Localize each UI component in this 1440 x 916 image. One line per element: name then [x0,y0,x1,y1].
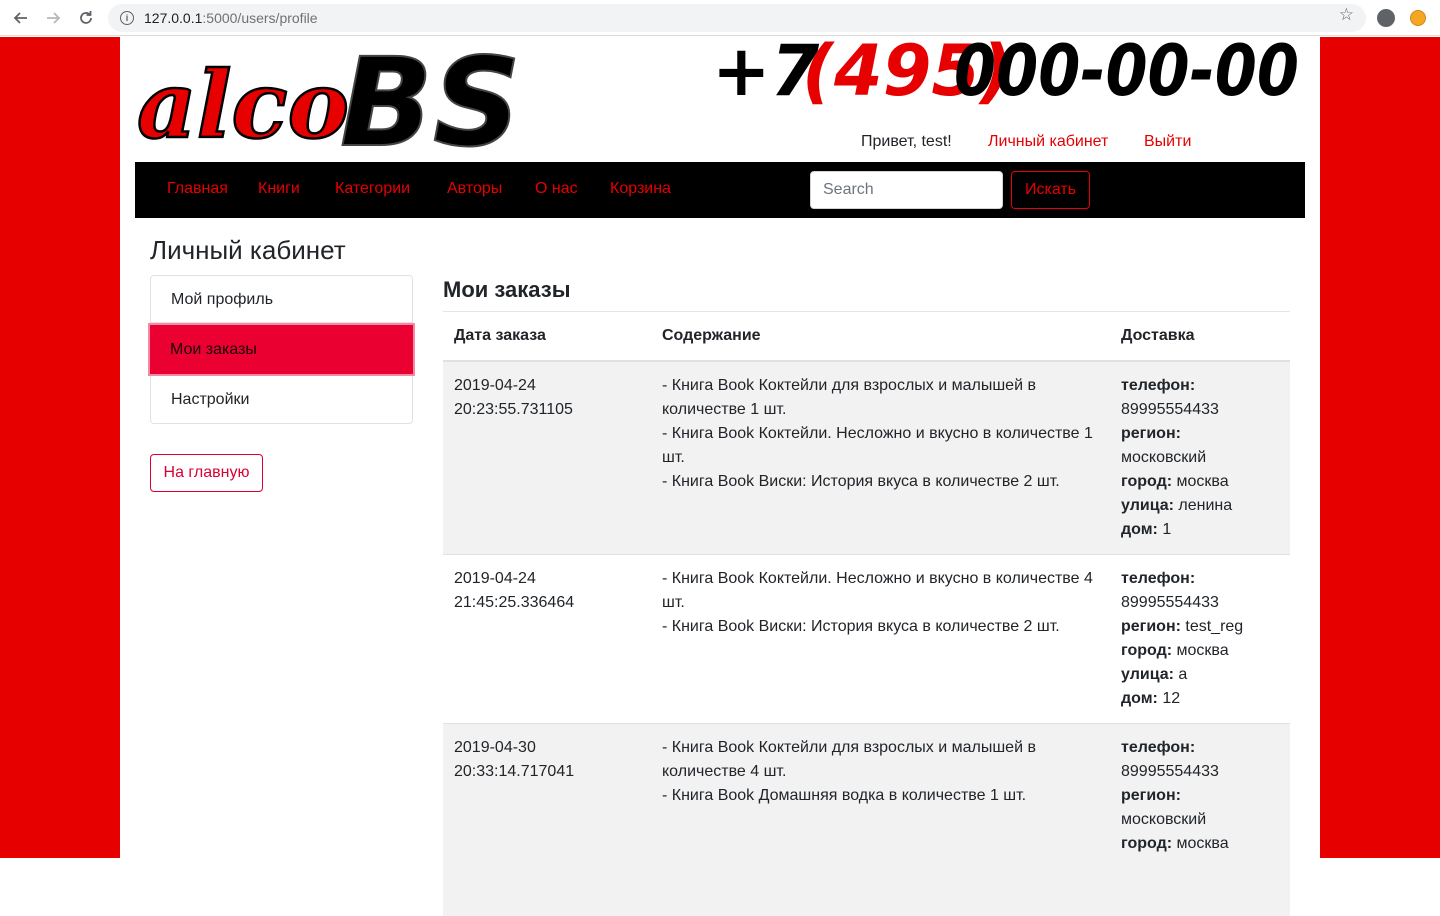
nav-item-categories[interactable]: Категории [335,180,410,198]
browser-toolbar: i 127.0.0.1:5000/users/profile ☆ [0,0,1440,36]
region-label: регион: [1121,425,1181,442]
svg-text:BS: BS [340,37,521,160]
svg-text:alco: alco [137,51,349,159]
city-label: город: [1121,473,1172,490]
order-item: - Книга Book Коктейли для взрослых и мал… [662,736,1099,784]
region-label: регион: [1121,618,1181,635]
order-time: 20:33:14.717041 [454,760,640,784]
address-bar[interactable]: i 127.0.0.1:5000/users/profile [108,4,1366,32]
phone-value: 89995554433 [1121,763,1219,780]
order-delivery-cell: телефон: 89995554433 регион: test_reg го… [1110,555,1290,724]
table-row: 2019-04-24 21:45:25.336464 - Книга Book … [443,555,1290,724]
order-date: 2019-04-30 [454,736,640,760]
main-navbar: Главная Книги Категории Авторы О нас Кор… [135,162,1305,218]
column-header-date: Дата заказа [443,312,651,361]
phone-value: 89995554433 [1121,594,1219,611]
phone-label: телефон: [1121,739,1195,756]
region-value: test_reg [1185,618,1243,635]
order-date-cell: 2019-04-24 21:45:25.336464 [443,555,651,724]
orders-title: Мои заказы [443,277,571,303]
street-label: улица: [1121,497,1174,514]
nav-item-books[interactable]: Книги [258,180,300,198]
order-delivery-cell: телефон: 89995554433 регион: московский … [1110,361,1290,555]
street-label: улица: [1121,666,1174,683]
order-date-cell: 2019-04-24 20:23:55.731105 [443,361,651,555]
account-icon[interactable] [1377,9,1395,27]
bookmark-star-icon[interactable]: ☆ [1339,5,1354,25]
phone-label: телефон: [1121,570,1195,587]
nav-item-authors[interactable]: Авторы [447,180,502,198]
svg-text:000-00-00: 000-00-00 [954,37,1299,107]
region-value: московский [1121,449,1206,466]
order-content-cell: - Книга Book Коктейли для взрослых и мал… [651,724,1110,916]
order-time: 21:45:25.336464 [454,591,640,615]
nav-item-home[interactable]: Главная [167,180,228,198]
greeting-text: Привет, test! [861,133,952,151]
forward-arrow-icon[interactable] [41,6,65,30]
nav-item-cart[interactable]: Корзина [610,180,671,198]
profile-sidebar: Мой профиль Мои заказы Настройки [150,275,413,424]
house-value: 12 [1162,690,1180,707]
table-row: 2019-04-24 20:23:55.731105 - Книга Book … [443,361,1290,555]
column-header-content: Содержание [651,312,1110,361]
street-value: ленина [1178,497,1232,514]
order-item: - Книга Book Домашняя водка в количестве… [662,784,1099,808]
url-text: 127.0.0.1:5000/users/profile [144,10,318,26]
house-value: 1 [1162,521,1171,538]
house-label: дом: [1121,521,1158,538]
order-item: - Книга Book Виски: История вкуса в коли… [662,470,1099,494]
order-item: - Книга Book Коктейли для взрослых и мал… [662,374,1099,422]
phone-label: телефон: [1121,377,1195,394]
order-date: 2019-04-24 [454,567,640,591]
city-value: москва [1177,473,1229,490]
main-container: alco BS +7 (495) 000-00-00 Привет, test!… [120,37,1320,858]
city-value: москва [1177,835,1229,852]
reload-icon[interactable] [74,6,98,30]
search-input[interactable] [810,171,1003,209]
region-value: московский [1121,811,1206,828]
order-content-cell: - Книга Book Коктейли для взрослых и мал… [651,361,1110,555]
city-label: город: [1121,642,1172,659]
nav-item-about[interactable]: О нас [535,180,578,198]
column-header-delivery: Доставка [1110,312,1290,361]
page-background: alco BS +7 (495) 000-00-00 Привет, test!… [0,37,1440,858]
sidebar-item-orders[interactable]: Мои заказы [148,323,415,376]
back-arrow-icon[interactable] [9,6,33,30]
phone-value: 89995554433 [1121,401,1219,418]
table-row: 2019-04-30 20:33:14.717041 - Книга Book … [443,724,1290,916]
sidebar-item-profile[interactable]: Мой профиль [150,275,413,323]
order-date: 2019-04-24 [454,374,640,398]
order-item: - Книга Book Коктейли. Несложно и вкусно… [662,567,1099,615]
city-value: москва [1177,642,1229,659]
site-logo[interactable]: alco BS [135,37,545,160]
order-item: - Книга Book Виски: История вкуса в коли… [662,615,1099,639]
order-date-cell: 2019-04-30 20:33:14.717041 [443,724,651,916]
home-button[interactable]: На главную [150,454,263,492]
region-label: регион: [1121,787,1181,804]
logout-link[interactable]: Выйти [1144,133,1191,151]
extension-icon[interactable] [1410,10,1426,26]
page-title: Личный кабинет [150,235,346,266]
order-delivery-cell: телефон: 89995554433 регион: московский … [1110,724,1290,916]
sidebar-item-settings[interactable]: Настройки [150,376,413,424]
search-button[interactable]: Искать [1011,171,1090,209]
phone-number: +7 (495) 000-00-00 [712,37,1302,107]
info-icon[interactable]: i [120,11,134,25]
order-item: - Книга Book Коктейли. Несложно и вкусно… [662,422,1099,470]
order-time: 20:23:55.731105 [454,398,640,422]
table-header-row: Дата заказа Содержание Доставка [443,312,1290,361]
house-label: дом: [1121,690,1158,707]
cabinet-link[interactable]: Личный кабинет [988,133,1108,151]
order-content-cell: - Книга Book Коктейли. Несложно и вкусно… [651,555,1110,724]
street-value: а [1178,666,1187,683]
city-label: город: [1121,835,1172,852]
orders-table: Дата заказа Содержание Доставка 2019-04-… [443,312,1290,916]
